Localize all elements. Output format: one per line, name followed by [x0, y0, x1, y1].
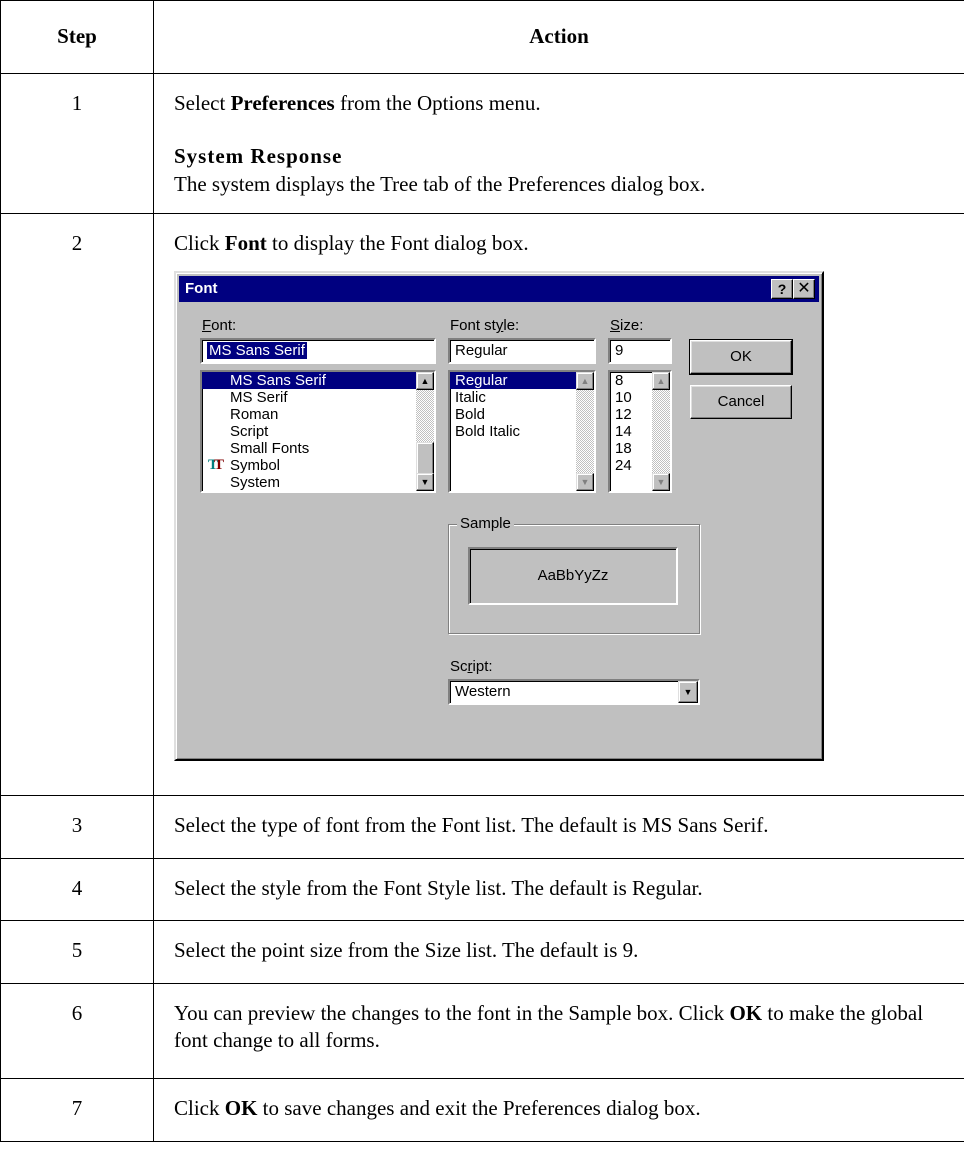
table-row: 1 Select Preferences from the Options me…: [0, 73, 964, 214]
font-list-item[interactable]: Script: [202, 423, 434, 440]
style-list-scrollbar: ▲ ▼: [576, 372, 594, 492]
table-row: 3 Select the type of font from the Font …: [0, 795, 964, 859]
cancel-button[interactable]: Cancel: [690, 385, 792, 420]
step-action: Click OK to save changes and exit the Pr…: [153, 1078, 964, 1142]
step-number: 1: [0, 73, 154, 214]
table-header-row: Step Action: [0, 0, 964, 74]
chevron-down-icon[interactable]: ▼: [678, 681, 698, 704]
font-list-item[interactable]: MS Sans Serif: [202, 372, 434, 390]
font-name-input[interactable]: MS Sans Serif: [200, 338, 436, 365]
scroll-thumb[interactable]: [416, 442, 434, 477]
table-row: 7 Click OK to save changes and exit the …: [0, 1078, 964, 1142]
script-label: Script:: [450, 658, 493, 676]
arrow-up-icon[interactable]: ▲: [416, 372, 434, 391]
sample-groupbox: Sample AaBbYyZz: [448, 515, 700, 635]
step-column-header: Step: [0, 0, 154, 74]
arrow-down-icon[interactable]: ▼: [416, 473, 434, 492]
sample-preview: AaBbYyZz: [468, 547, 678, 606]
close-button[interactable]: ✕: [793, 279, 815, 300]
script-select[interactable]: Western ▼: [448, 679, 700, 706]
font-style-list-item[interactable]: Bold Italic: [450, 423, 576, 440]
font-style-input[interactable]: Regular: [448, 338, 596, 365]
size-list-item[interactable]: 14: [610, 423, 652, 440]
step-action: Select Preferences from the Options menu…: [153, 73, 964, 214]
arrow-up-icon: ▲: [652, 372, 670, 391]
size-list-item[interactable]: 10: [610, 389, 652, 406]
table-row: 4 Select the style from the Font Style l…: [0, 858, 964, 921]
size-list[interactable]: 8 10 12 14 18 24 ▲ ▼: [608, 370, 672, 494]
table-row: 6 You can preview the changes to the fon…: [0, 983, 964, 1079]
font-list[interactable]: MS Sans Serif MS Serif Roman Script Small Fo…: [200, 370, 436, 494]
size-list-item[interactable]: 8: [610, 372, 652, 389]
step-number: 7: [0, 1078, 154, 1142]
font-style-label: Font style:: [450, 317, 520, 335]
font-style-list-item[interactable]: Bold: [450, 406, 576, 423]
ok-button[interactable]: OK: [689, 339, 793, 376]
system-response-heading: System Response: [174, 144, 343, 169]
arrow-down-icon: ▼: [652, 473, 670, 492]
table-row: 5 Select the point size from the Size li…: [0, 920, 964, 984]
arrow-down-icon: ▼: [576, 473, 594, 492]
font-list-item[interactable]: Roman: [202, 406, 434, 423]
steps-table: Step Action 1 Select Preferences from th…: [0, 0, 964, 1142]
font-label: Font:: [202, 317, 237, 335]
system-response-text: The system displays the Tree tab of the …: [174, 171, 706, 196]
step-number: 6: [0, 983, 154, 1079]
dialog-titlebar[interactable]: Font ? ✕: [179, 276, 819, 303]
font-style-list[interactable]: Regular Italic Bold Bold Italic ▲ ▼: [448, 370, 596, 494]
dialog-title: Font: [185, 280, 218, 298]
help-button[interactable]: ?: [771, 279, 793, 300]
size-label: Size:: [610, 317, 644, 335]
font-style-list-item[interactable]: Italic: [450, 389, 576, 406]
step-action: Click Font to display the Font dialog bo…: [153, 213, 964, 796]
step-number: 2: [0, 213, 154, 796]
font-list-scrollbar[interactable]: ▲ ▼: [416, 372, 434, 492]
step-action: You can preview the changes to the font …: [153, 983, 964, 1079]
font-style-list-item[interactable]: Regular: [450, 372, 576, 390]
font-list-item[interactable]: TT Symbol: [202, 457, 434, 474]
font-list-item[interactable]: Small Fonts: [202, 440, 434, 457]
truetype-icon: TT: [208, 457, 225, 474]
step-instruction: Click Font to display the Font dialog bo…: [174, 231, 529, 255]
size-input[interactable]: 9: [608, 338, 672, 365]
font-list-item[interactable]: System: [202, 474, 434, 491]
size-list-item[interactable]: 24: [610, 457, 652, 474]
sample-title: Sample: [457, 515, 514, 533]
step-action: Select the style from the Font Style lis…: [153, 858, 964, 921]
step-action: Select the point size from the Size list…: [153, 920, 964, 984]
step-number: 3: [0, 795, 154, 859]
arrow-up-icon: ▲: [576, 372, 594, 391]
font-list-item[interactable]: MS Serif: [202, 389, 434, 406]
step-action: Select the type of font from the Font li…: [153, 795, 964, 859]
size-list-scrollbar: ▲ ▼: [652, 372, 670, 492]
table-row: 2 Click Font to display the Font dialog …: [0, 213, 964, 796]
step-number: 5: [0, 920, 154, 984]
step-number: 4: [0, 858, 154, 921]
size-list-item[interactable]: 18: [610, 440, 652, 457]
size-list-item[interactable]: 12: [610, 406, 652, 423]
action-column-header: Action: [153, 0, 964, 74]
font-dialog: Font ? ✕ Font: MS Sans Serif MS Sans Ser…: [174, 271, 824, 762]
step-instruction: Select Preferences from the Options menu…: [174, 91, 541, 115]
